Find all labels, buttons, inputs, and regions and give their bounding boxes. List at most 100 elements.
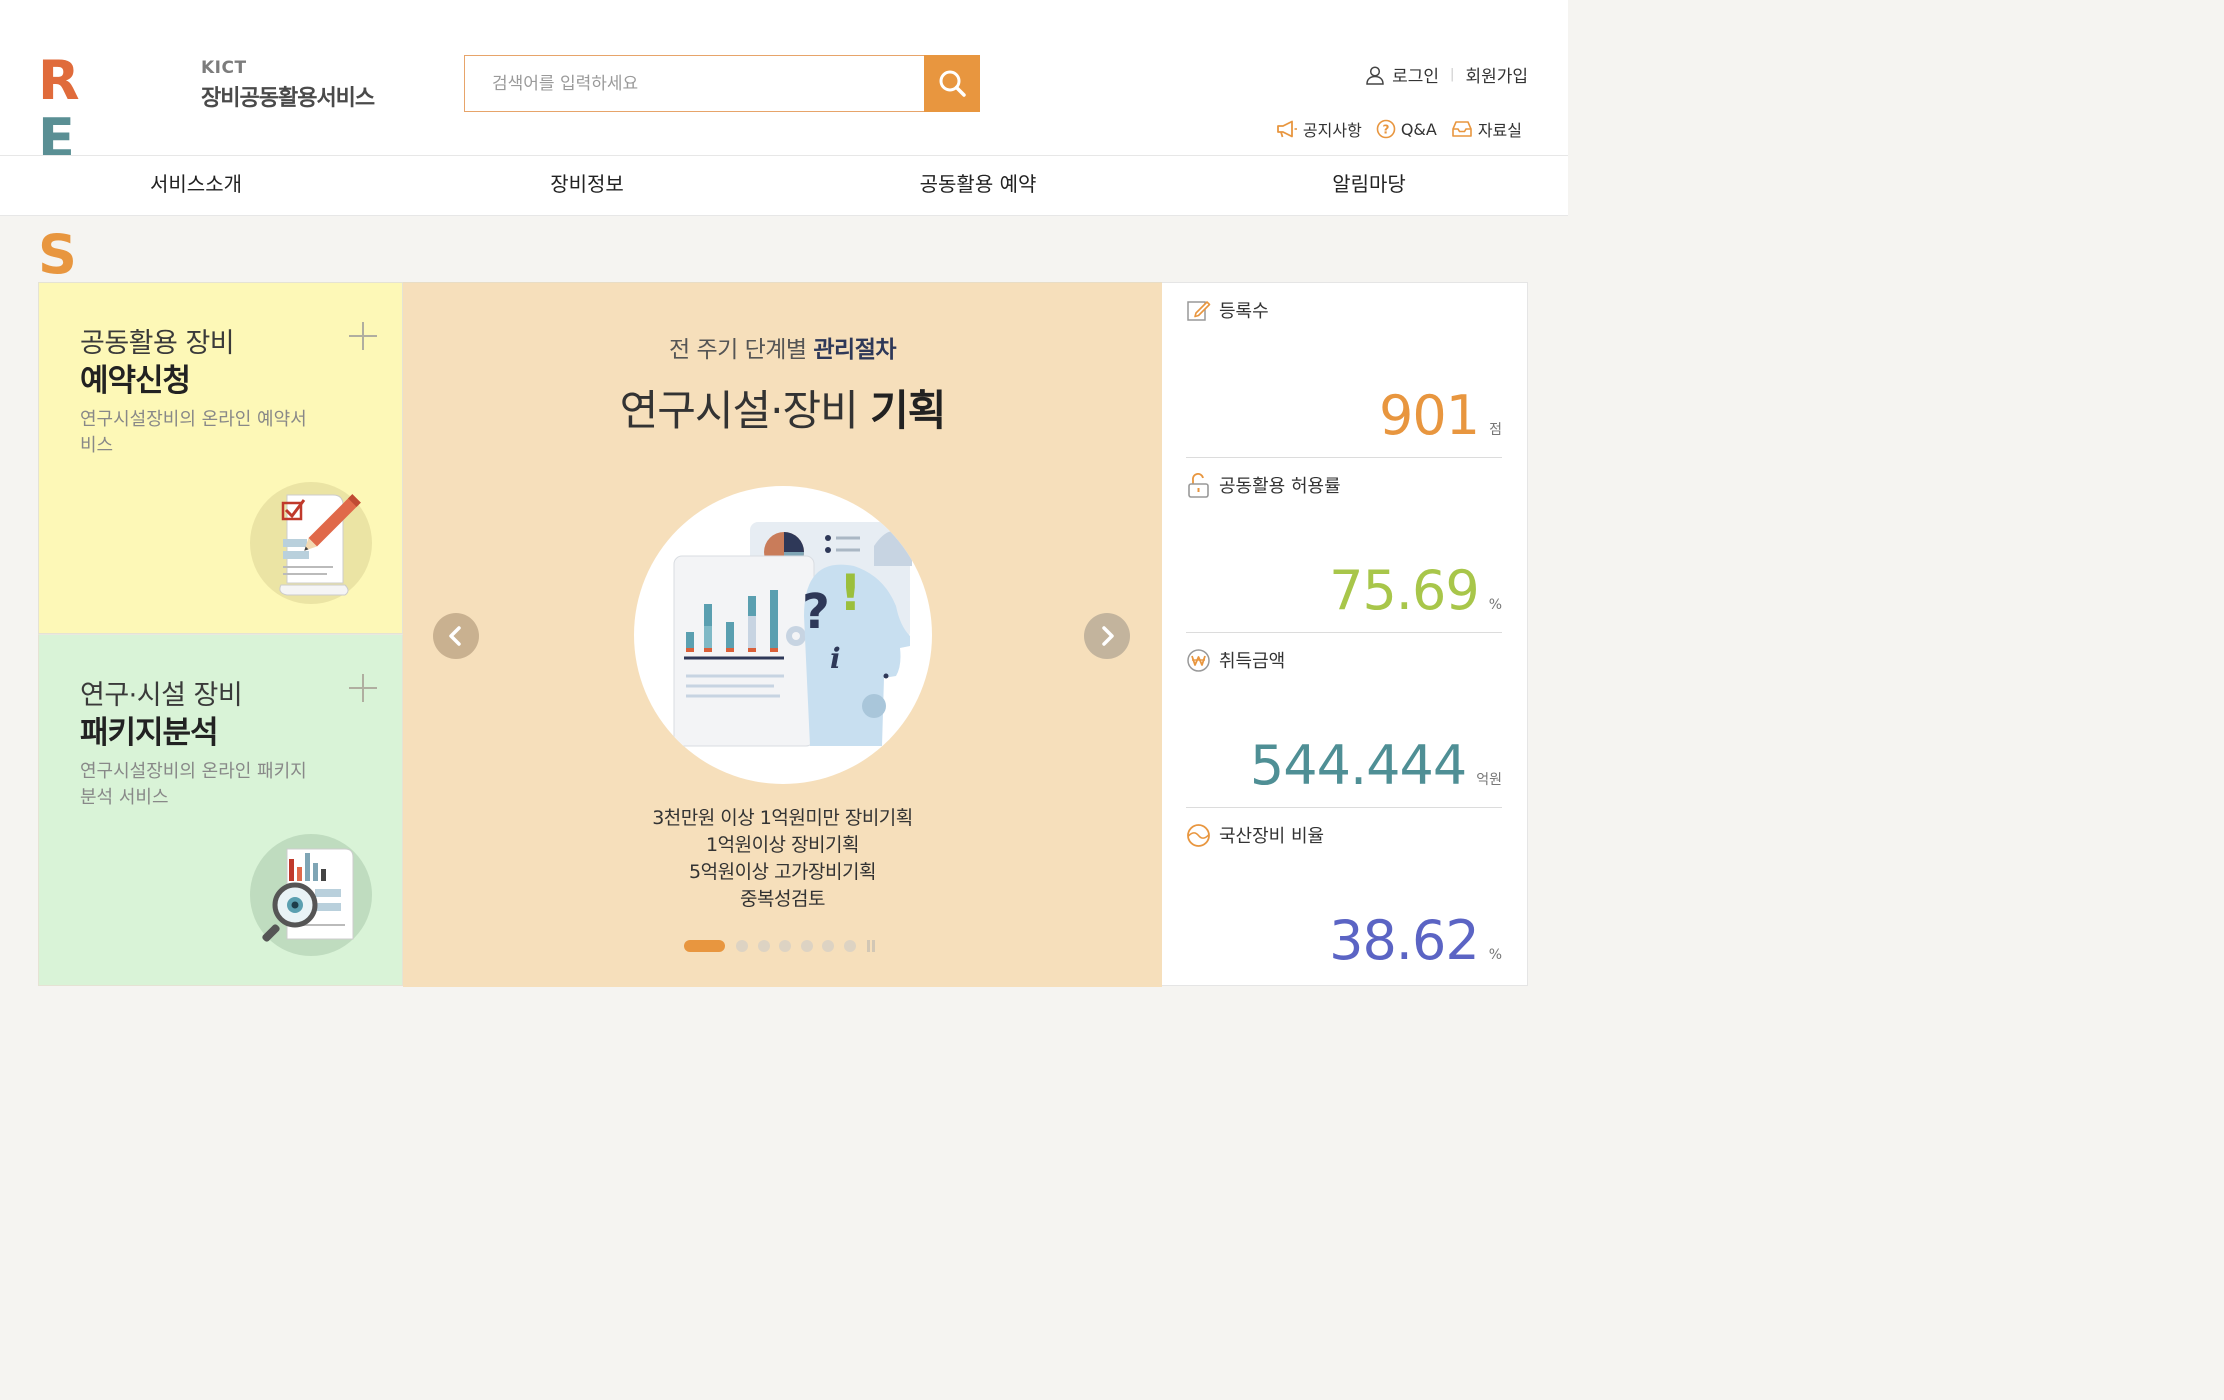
chevron-right-icon: [1102, 626, 1114, 646]
banner-description: 3천만원 이상 1억원미만 장비기획 1억원이상 장비기획 5억원이상 고가장비…: [403, 805, 1162, 913]
banner-line: 5억원이상 고가장비기획: [689, 861, 876, 883]
archive-link[interactable]: 자료실: [1451, 117, 1522, 141]
banner-title-prefix: 연구시설·장비: [619, 386, 871, 435]
logo-letter-s: S: [38, 223, 77, 286]
logo-letter-r: R: [38, 49, 80, 112]
archive-label: 자료실: [1477, 121, 1522, 140]
slide-pagination: [684, 939, 877, 953]
banner-subtitle: 전 주기 단계별 관리절차: [403, 330, 1162, 364]
stat-unit: %: [1488, 597, 1502, 613]
banner-subtitle-prefix: 전 주기 단계별: [668, 337, 814, 363]
search-icon: [939, 70, 966, 97]
login-label: 로그인: [1392, 67, 1440, 87]
qa-label: Q&A: [1400, 119, 1437, 139]
svg-text:?: ?: [802, 584, 830, 640]
card-description: 연구시설장비의 온라인 예약서비스: [80, 409, 307, 456]
main-nav: 서비스소개 장비정보 공동활용 예약 알림마당: [0, 155, 1568, 216]
card-title: 패키지분석: [80, 715, 219, 751]
logo-subtitle: 장비공동활용서비스: [201, 86, 375, 111]
card-title: 예약신청: [80, 363, 191, 399]
slide-dot[interactable]: [736, 940, 748, 952]
pie-chart-icon: [1187, 823, 1210, 847]
banner-line: 3천만원 이상 1억원미만 장비기획: [652, 807, 913, 829]
magnifier-report-icon: [250, 834, 372, 956]
stat-unit: 억원: [1476, 772, 1502, 788]
signup-link[interactable]: 회원가입: [1465, 62, 1528, 87]
utility-links: 공지사항 ? Q&A 자료실: [1262, 117, 1522, 141]
stat-registered-count: 등록수 901 점: [1186, 283, 1502, 458]
slide-dot-active[interactable]: [684, 940, 725, 952]
stat-label-text: 등록수: [1219, 301, 1269, 322]
header: REMS KICT 장비공동활용서비스 로그인 | 회원가입: [0, 0, 1568, 284]
banner-line: 1억원이상 장비기획: [706, 834, 859, 856]
question-icon: ?: [1376, 119, 1396, 139]
stat-number: 38.62: [1329, 909, 1480, 972]
slide-dot[interactable]: [843, 940, 856, 952]
stat-number: 544.444: [1249, 734, 1467, 797]
stat-unit: %: [1488, 947, 1502, 963]
banner-title-bold: 기획: [870, 386, 946, 435]
user-icon: [1366, 65, 1384, 85]
banner-title: 연구시설·장비 기획: [403, 377, 1162, 438]
svg-text:?: ?: [1382, 123, 1389, 137]
stat-domestic-ratio: 국산장비 비율 38.62 %: [1186, 808, 1502, 983]
search-input[interactable]: [464, 55, 924, 112]
slide-dot[interactable]: [800, 940, 813, 952]
card-description: 연구시설장비의 온라인 패키지 분석 서비스: [80, 761, 307, 808]
stat-label-text: 취득금액: [1219, 651, 1286, 672]
pause-icon[interactable]: [865, 940, 877, 952]
notice-link[interactable]: 공지사항: [1276, 117, 1362, 141]
plus-icon[interactable]: [348, 321, 378, 351]
notice-label: 공지사항: [1302, 121, 1362, 140]
stat-number: 901: [1379, 384, 1480, 447]
banner-illustration: ? ! i: [634, 486, 932, 784]
login-link[interactable]: 로그인: [1365, 62, 1439, 87]
logo-kict: KICT: [201, 58, 247, 78]
stat-value: 901 점: [1379, 386, 1502, 446]
chevron-left-icon: [449, 626, 461, 646]
nav-item-equipment-info[interactable]: 장비정보: [550, 156, 624, 215]
package-analysis-card[interactable]: 연구·시설 장비 패키지분석 연구시설장비의 온라인 패키지 분석 서비스: [38, 634, 403, 986]
unlock-icon: [1188, 472, 1209, 498]
stat-value: 75.69 %: [1329, 561, 1502, 621]
stat-acquisition-amount: 취득금액 544.444 억원: [1186, 633, 1502, 808]
svg-text:!: !: [839, 564, 862, 622]
statistics-panel: 등록수 901 점 공동활용 허용률 75.69 % 취득금액 544.444 …: [1162, 282, 1528, 986]
signup-label: 회원가입: [1465, 67, 1528, 87]
banner-subtitle-bold: 관리절차: [813, 337, 897, 363]
megaphone-icon: [1277, 120, 1297, 138]
svg-text:i: i: [830, 642, 841, 675]
banner-line: 중복성검토: [740, 888, 825, 910]
prev-slide-button[interactable]: [433, 613, 479, 659]
reservation-card[interactable]: 공동활용 장비 예약신청 연구시설장비의 온라인 예약서비스: [38, 282, 403, 634]
plus-icon[interactable]: [348, 673, 378, 703]
search-bar: [464, 55, 980, 112]
stat-label: 공동활용 허용률: [1186, 472, 1341, 498]
slide-dot[interactable]: [779, 940, 791, 952]
hero-banner: 전 주기 단계별 관리절차 연구시설·장비 기획 ? ! i 3천만원 이상 1…: [403, 282, 1162, 987]
nav-item-notice-board[interactable]: 알림마당: [1332, 156, 1406, 215]
qa-link[interactable]: ? Q&A: [1376, 119, 1437, 139]
edit-icon: [1187, 300, 1211, 321]
nav-item-shared-reservation[interactable]: 공동활용 예약: [920, 156, 1037, 215]
stat-number: 75.69: [1329, 559, 1480, 622]
planning-illustration: ? ! i: [673, 522, 912, 747]
top-links: 로그인 | 회원가입: [1365, 62, 1528, 87]
slide-dot[interactable]: [822, 940, 834, 952]
won-icon: [1187, 648, 1210, 672]
next-slide-button[interactable]: [1084, 613, 1130, 659]
stat-label-text: 국산장비 비율: [1219, 826, 1325, 847]
search-button[interactable]: [924, 55, 980, 112]
stat-label-text: 공동활용 허용률: [1219, 476, 1341, 497]
nav-item-service-intro[interactable]: 서비스소개: [150, 156, 242, 215]
stat-label: 취득금액: [1186, 647, 1285, 673]
stat-sharing-rate: 공동활용 허용률 75.69 %: [1186, 458, 1502, 633]
inbox-icon: [1452, 121, 1472, 137]
stat-label: 등록수: [1186, 297, 1269, 323]
slide-dot[interactable]: [757, 940, 770, 952]
document-pencil-icon: [250, 482, 372, 604]
stat-unit: 점: [1489, 422, 1502, 438]
stat-label: 국산장비 비율: [1186, 822, 1324, 848]
stat-value: 544.444 억원: [1250, 736, 1502, 796]
divider: |: [1450, 67, 1455, 82]
